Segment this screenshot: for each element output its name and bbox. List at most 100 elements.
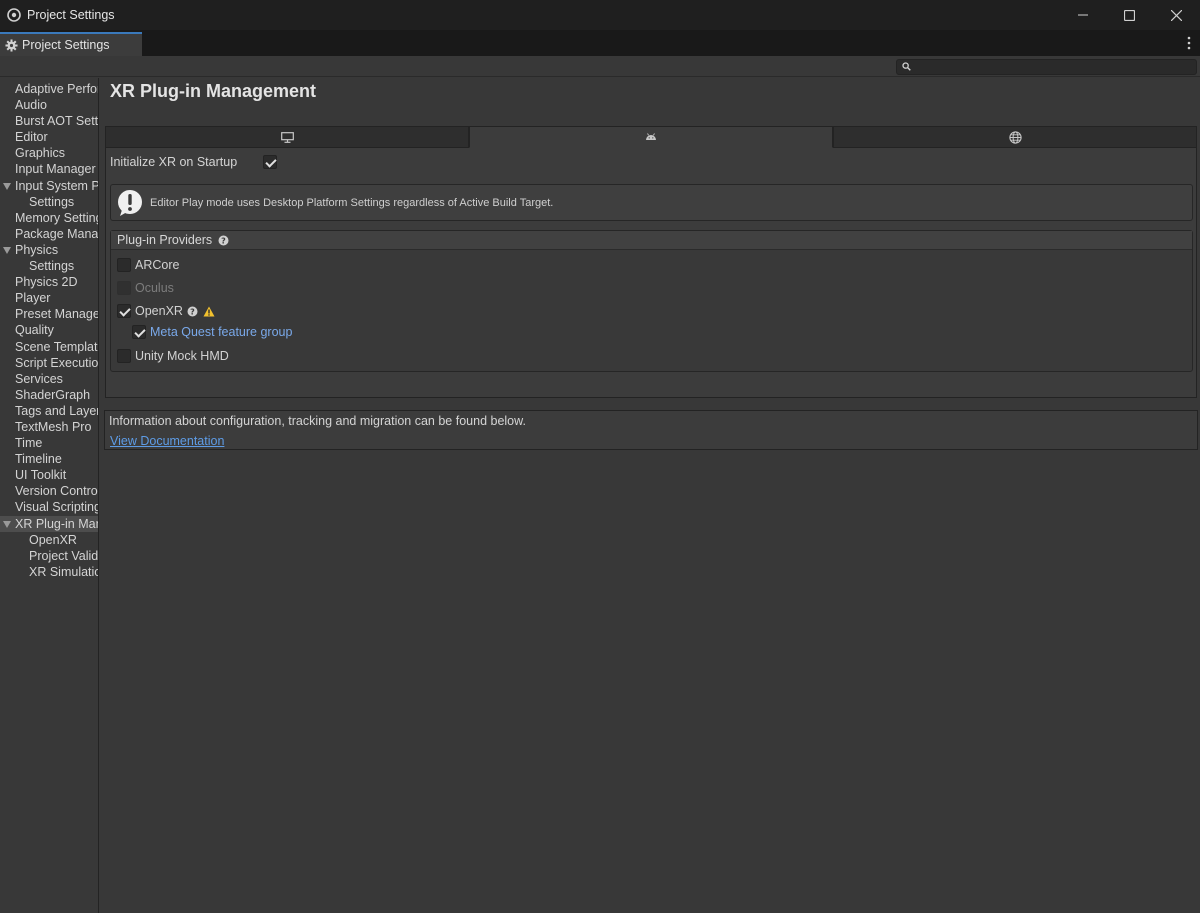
provider-openxr-label: OpenXR [135,304,183,318]
provider-meta-quest-feature-group[interactable]: Meta Quest feature group [132,325,292,339]
editor-tab-bar: Project Settings [0,30,1200,56]
sidebar-item-label: Editor [15,130,48,145]
minimize-icon[interactable] [1059,0,1106,30]
window-title: Project Settings [27,8,115,22]
sidebar-item[interactable]: Settings [0,258,98,274]
provider-arcore[interactable]: ARCore [117,258,179,272]
sidebar-item[interactable]: Burst AOT Settings [0,113,98,129]
settings-sidebar: Adaptive Performance AudioBurst AOT Setti… [0,78,99,913]
providers-header: Plug-in Providers ? [111,231,1192,250]
help-box: Editor Play mode uses Desktop Platform S… [110,184,1193,221]
sidebar-item-label: Input System Package [15,178,98,193]
sidebar-item[interactable]: Input Manager [0,161,98,177]
sidebar-item-label: Visual Scripting [15,500,98,515]
sidebar-item-label: Preset Manager [15,307,98,322]
sidebar-item[interactable]: TextMesh Pro [0,419,98,435]
sidebar-item[interactable]: XR Simulation [0,564,98,580]
expand-arrow-icon[interactable] [3,182,11,190]
help-message: Editor Play mode uses Desktop Platform S… [150,196,554,209]
provider-openxr-checkbox[interactable] [117,304,131,318]
sidebar-item[interactable]: Visual Scripting [0,499,98,515]
expand-arrow-icon[interactable] [3,520,11,528]
sidebar-item[interactable]: Project Validation [0,548,98,564]
sidebar-item[interactable]: Player [0,290,98,306]
help-question-icon[interactable]: ? [218,235,229,246]
provider-unity-mock-hmd[interactable]: Unity Mock HMD [117,349,229,363]
sidebar-item[interactable]: Script Execution Order [0,355,98,371]
unity-logo-icon [7,8,21,22]
documentation-info-text: Information about configuration, trackin… [109,414,526,428]
sidebar-item[interactable]: Input System Package [0,178,98,194]
sidebar-item[interactable]: Editor [0,129,98,145]
sidebar-item[interactable]: Services [0,371,98,387]
sidebar-item-label: Physics [15,242,59,257]
sidebar-item[interactable]: ShaderGraph [0,387,98,403]
provider-arcore-checkbox[interactable] [117,258,131,272]
init-xr-label: Initialize XR on Startup [110,155,238,169]
more-options-icon[interactable] [1186,36,1192,50]
sidebar-item[interactable]: Settings [0,194,98,210]
sidebar-item-label: Scene Template [15,339,98,354]
sidebar-item[interactable]: Memory Settings [0,210,98,226]
exclamation-info-icon [118,189,142,216]
sidebar-item[interactable]: Version Control [0,483,98,499]
window-controls [1059,0,1200,30]
provider-arcore-label: ARCore [135,258,180,272]
sidebar-item-label: Settings [29,259,75,274]
svg-text:?: ? [190,307,195,316]
sidebar-item-label: Player [15,291,51,306]
sidebar-item-label: UI Toolkit [15,468,67,483]
sidebar-item[interactable]: Graphics [0,145,98,161]
search-icon [902,62,911,71]
sidebar-item[interactable]: Physics 2D [0,274,98,290]
sidebar-item[interactable]: OpenXR [0,532,98,548]
svg-text:?: ? [221,236,226,245]
maximize-icon[interactable] [1106,0,1153,30]
sidebar-item[interactable]: Adaptive Performance [0,81,98,97]
sidebar-item[interactable]: Audio [0,97,98,113]
sidebar-item[interactable]: Quality [0,322,98,338]
provider-openxr[interactable]: OpenXR ? [117,304,215,318]
provider-mock-hmd-label: Unity Mock HMD [135,349,229,363]
sidebar-item[interactable]: Package Manager [0,226,98,242]
sidebar-item[interactable]: Physics [0,242,98,258]
android-icon [646,133,656,140]
meta-quest-checkbox[interactable] [132,325,146,339]
search-input[interactable] [896,59,1197,75]
page-title: XR Plug-in Management [110,81,317,101]
tab-label: Project Settings [22,38,110,52]
sidebar-item[interactable]: XR Plug-in Management [0,515,98,532]
sidebar-item[interactable]: Timeline [0,451,98,467]
gear-icon [5,38,18,52]
sidebar-item-label: Graphics [15,146,66,161]
close-icon[interactable] [1153,0,1200,30]
expand-arrow-icon[interactable] [3,246,11,254]
sidebar-item[interactable]: Scene Template [0,339,98,355]
sidebar-item[interactable]: Tags and Layers [0,403,98,419]
provider-mock-hmd-checkbox[interactable] [117,349,131,363]
sidebar-item[interactable]: Time [0,435,98,451]
tab-android[interactable] [469,126,833,148]
providers-title: Plug-in Providers [117,233,213,247]
settings-content: XR Plug-in Management Initialize XR on S… [100,78,1200,913]
meta-quest-label: Meta Quest feature group [150,325,293,339]
web-globe-icon [1008,130,1022,144]
help-question-icon[interactable]: ? [187,306,198,317]
sidebar-item-label: Physics 2D [15,275,78,290]
provider-oculus-checkbox [117,281,131,295]
sidebar-item[interactable]: UI Toolkit [0,467,98,483]
window-titlebar: Project Settings [0,0,1200,30]
tab-standalone[interactable] [105,126,469,148]
documentation-info-box: Information about configuration, trackin… [104,410,1198,450]
sidebar-item[interactable]: Preset Manager [0,306,98,322]
tab-webgl[interactable] [833,126,1197,148]
provider-oculus-label: Oculus [135,281,174,295]
sidebar-item-label: Services [15,371,63,386]
sidebar-item-label: Time [15,436,43,451]
sidebar-item-label: Tags and Layers [15,403,98,418]
tab-project-settings[interactable]: Project Settings [0,32,142,56]
init-xr-checkbox[interactable] [263,155,277,169]
plugin-providers-box: Plug-in Providers ? ARCore Oculus OpenXR [110,230,1193,372]
sidebar-item-label: Quality [15,323,54,338]
view-documentation-link[interactable]: View Documentation [110,434,224,448]
